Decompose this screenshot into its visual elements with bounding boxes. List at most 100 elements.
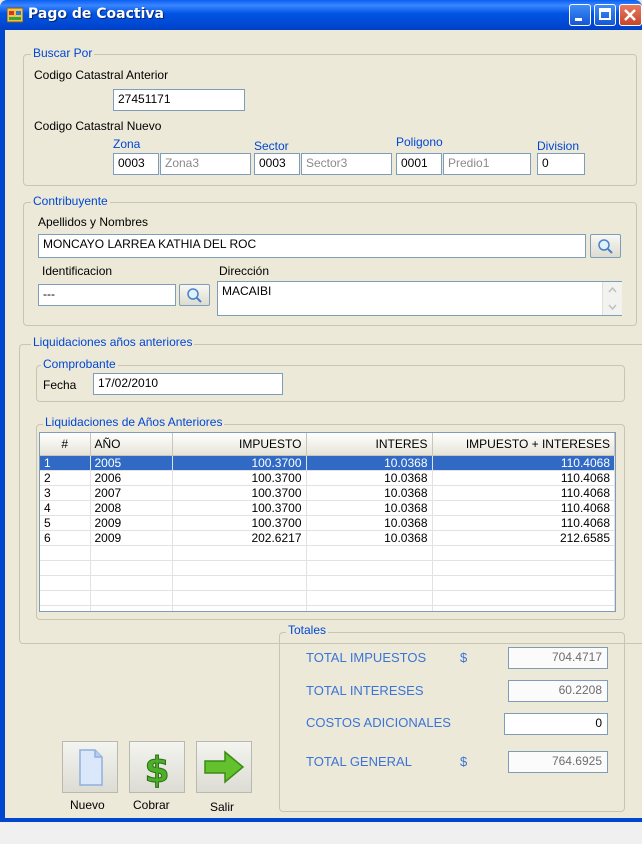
- division-label: Division: [537, 139, 580, 153]
- cobrar-button[interactable]: $: [129, 741, 185, 793]
- comprobante-legend: Comprobante: [41, 357, 118, 371]
- cell-num: 2: [40, 470, 91, 486]
- cell-total: 110.4068: [432, 515, 615, 531]
- cell-anio: 2006: [90, 470, 173, 486]
- cell-num: 3: [40, 485, 91, 501]
- total-intereses-label: TOTAL INTERESES: [306, 683, 424, 698]
- salir-label: Salir: [210, 800, 235, 814]
- codigo-anterior-label: Codigo Catastral Anterior: [34, 68, 169, 82]
- table-row[interactable]: 6 2009 202.6217 10.0368 212.6585: [40, 530, 615, 546]
- zona-code-input[interactable]: 0003: [113, 153, 159, 175]
- cell-total: 212.6585: [432, 530, 615, 546]
- app-icon: [6, 7, 24, 23]
- table-row-empty: [40, 590, 615, 606]
- window-frame-left: [0, 30, 5, 822]
- cell-interes: 10.0368: [306, 515, 433, 531]
- cell-impuesto: 100.3700: [172, 455, 307, 471]
- cell-impuesto: 100.3700: [172, 500, 307, 516]
- total-general-field: 764.6925: [508, 751, 608, 773]
- liquidaciones-table[interactable]: # AÑO IMPUESTO INTERES IMPUESTO + INTERE…: [39, 432, 616, 612]
- costos-adicionales-input[interactable]: 0: [504, 713, 608, 735]
- poligono-code-input[interactable]: 0001: [396, 153, 442, 175]
- cell-interes: 10.0368: [306, 500, 433, 516]
- cell-total: 110.4068: [432, 485, 615, 501]
- col-header-num[interactable]: #: [40, 433, 91, 456]
- nombres-label: Apellidos y Nombres: [38, 215, 149, 229]
- buscar-legend: Buscar Por: [31, 46, 95, 60]
- cell-anio: 2007: [90, 485, 173, 501]
- cell-num: 5: [40, 515, 91, 531]
- identificacion-input[interactable]: ---: [38, 284, 176, 306]
- totales-legend: Totales: [286, 623, 329, 637]
- new-document-icon: [79, 749, 103, 786]
- cell-num: 6: [40, 530, 91, 546]
- col-header-anio[interactable]: AÑO: [90, 433, 173, 456]
- table-row[interactable]: 3 2007 100.3700 10.0368 110.4068: [40, 485, 615, 501]
- salir-button[interactable]: [196, 741, 252, 793]
- search-nombres-button[interactable]: [590, 234, 621, 258]
- sector-name-field: Sector3: [301, 153, 392, 175]
- col-header-total[interactable]: IMPUESTO + INTERESES: [432, 433, 615, 456]
- nuevo-button[interactable]: [62, 741, 118, 793]
- table-row[interactable]: 5 2009 100.3700 10.0368 110.4068: [40, 515, 615, 531]
- codigo-nuevo-label: Codigo Catastral Nuevo: [34, 119, 162, 133]
- fecha-label: Fecha: [43, 378, 77, 392]
- dollar-icon: $: [144, 750, 170, 792]
- cell-anio: 2009: [90, 530, 173, 546]
- table-row[interactable]: 4 2008 100.3700 10.0368 110.4068: [40, 500, 615, 516]
- cell-interes: 10.0368: [306, 485, 433, 501]
- minimize-button[interactable]: [569, 4, 591, 26]
- table-row-empty: [40, 560, 615, 576]
- total-impuestos-currency: $: [460, 650, 468, 665]
- total-general-currency: $: [460, 754, 468, 769]
- window-title: Pago de Coactiva: [28, 6, 164, 22]
- cell-total: 110.4068: [432, 500, 615, 516]
- cell-anio: 2009: [90, 515, 173, 531]
- cell-num: 1: [40, 455, 91, 471]
- table-row-empty: [40, 605, 615, 611]
- arrow-right-icon: [204, 750, 245, 784]
- total-general-label: TOTAL GENERAL: [306, 754, 412, 769]
- cell-impuesto: 100.3700: [172, 485, 307, 501]
- total-impuestos-field: 704.4717: [508, 647, 608, 669]
- liquidaciones-grid-legend: Liquidaciones de Años Anteriores: [43, 415, 225, 429]
- contribuyente-legend: Contribuyente: [31, 194, 110, 208]
- cell-anio: 2008: [90, 500, 173, 516]
- cobrar-label: Cobrar: [133, 798, 170, 812]
- costos-adicionales-label: COSTOS ADICIONALES: [306, 715, 451, 730]
- nombres-input[interactable]: MONCAYO LARREA KATHIA DEL ROC: [38, 234, 586, 258]
- search-identificacion-button[interactable]: [179, 284, 210, 306]
- cell-interes: 10.0368: [306, 530, 433, 546]
- sector-label: Sector: [254, 139, 289, 153]
- taskbar-strip: [0, 822, 642, 844]
- zona-label: Zona: [113, 137, 141, 151]
- zona-name-field: Zona3: [160, 153, 251, 175]
- codigo-anterior-input[interactable]: 27451171: [113, 89, 245, 111]
- direccion-label: Dirección: [219, 264, 270, 278]
- svg-text:$: $: [144, 750, 169, 791]
- direccion-scrollbar[interactable]: [602, 282, 622, 315]
- poligono-label: Poligono: [396, 135, 443, 149]
- col-header-interes[interactable]: INTERES: [306, 433, 433, 456]
- magnifier-icon: [187, 288, 202, 303]
- identificacion-label: Identificacion: [42, 264, 113, 278]
- nuevo-label: Nuevo: [70, 798, 105, 812]
- col-header-impuesto[interactable]: IMPUESTO: [172, 433, 307, 456]
- total-intereses-field: 60.2208: [508, 680, 608, 702]
- maximize-button[interactable]: [594, 4, 616, 26]
- table-row[interactable]: 2 2006 100.3700 10.0368 110.4068: [40, 470, 615, 486]
- table-row[interactable]: 1 2005 100.3700 10.0368 110.4068: [40, 455, 615, 471]
- liquidaciones-legend: Liquidaciones años anteriores: [31, 335, 195, 349]
- table-row-empty: [40, 545, 615, 561]
- cell-total: 110.4068: [432, 455, 615, 471]
- sector-code-input[interactable]: 0003: [254, 153, 300, 175]
- poligono-name-field: Predio1: [443, 153, 531, 175]
- direccion-textarea[interactable]: MACAIBI: [217, 281, 622, 316]
- cell-impuesto: 202.6217: [172, 530, 307, 546]
- division-input[interactable]: 0: [537, 153, 585, 175]
- close-button[interactable]: [619, 4, 642, 26]
- cell-interes: 10.0368: [306, 455, 433, 471]
- table-row-empty: [40, 575, 615, 591]
- fecha-input[interactable]: 17/02/2010: [93, 373, 283, 395]
- cell-anio: 2005: [90, 455, 173, 471]
